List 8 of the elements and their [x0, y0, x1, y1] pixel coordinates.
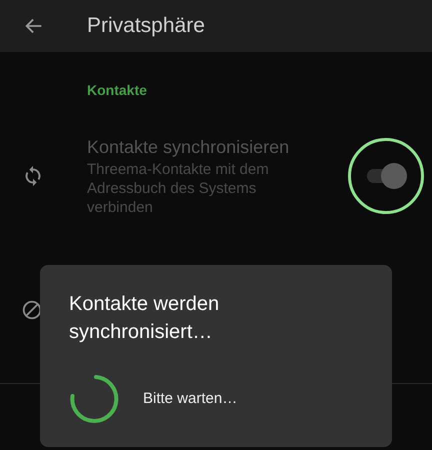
screen-title: Privatsphäre — [87, 13, 205, 40]
block-icon — [21, 299, 43, 321]
loading-spinner — [69, 374, 119, 424]
section-header: Kontakte — [87, 81, 148, 100]
setting-summary: Threema-Kontakte mit dem Adressbuch des Systems verbinden — [87, 160, 270, 216]
setting-title: Kontakte synchronisieren — [87, 136, 290, 158]
dialog-title: Kontakte werden synchronisiert… — [69, 292, 220, 345]
dialog-message: Bitte warten… — [143, 388, 238, 409]
